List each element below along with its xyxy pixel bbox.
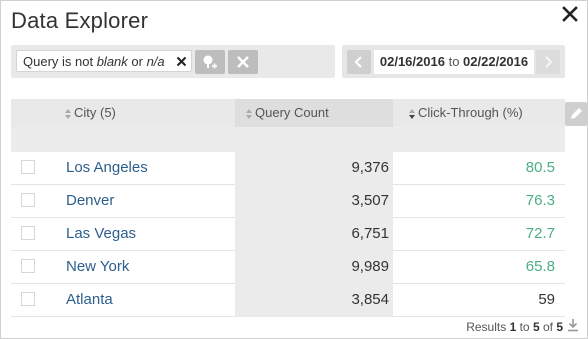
download-icon[interactable] <box>567 318 579 332</box>
add-filter-icon <box>203 55 217 69</box>
filter-bar: Query is not blank or n/a <box>11 45 335 78</box>
row-checkbox[interactable] <box>21 292 35 306</box>
query-count-cell: 3,854 <box>351 291 389 308</box>
column-header-city[interactable]: City (5) <box>65 99 116 127</box>
click-through-cell: 59 <box>538 291 555 308</box>
chevron-right-icon <box>545 56 553 68</box>
chevron-left-icon <box>354 56 362 68</box>
query-count-cell: 3,507 <box>351 192 389 209</box>
table-body: Los Angeles 9,376 80.5 Denver 3,507 76.3 Las V… <box>11 152 565 317</box>
row-checkbox[interactable] <box>21 193 35 207</box>
date-end: 02/22/2016 <box>463 54 529 69</box>
filter-conj: or <box>127 54 147 69</box>
city-link[interactable]: New York <box>66 251 129 283</box>
click-through-cell: 72.7 <box>525 225 555 242</box>
table-row[interactable]: Denver 3,507 76.3 <box>11 185 565 218</box>
query-count-cell: 9,376 <box>351 159 389 176</box>
column-label-city: City (5) <box>74 105 116 120</box>
clear-filters-button[interactable] <box>228 50 258 74</box>
column-header-click-through[interactable]: Click-Through (%) <box>409 99 523 127</box>
add-filter-button[interactable] <box>195 50 225 74</box>
date-next-button[interactable] <box>536 50 560 74</box>
table-row[interactable]: Los Angeles 9,376 80.5 <box>11 152 565 185</box>
filter-chip[interactable]: Query is not blank or n/a <box>16 50 192 72</box>
footer-to-word: to <box>516 320 533 334</box>
edit-columns-button[interactable] <box>565 102 587 126</box>
date-prev-button[interactable] <box>347 50 371 74</box>
close-icon[interactable] <box>561 5 579 23</box>
filter-value-na: n/a <box>146 54 165 69</box>
window-title: Data Explorer <box>11 8 149 33</box>
query-count-cell: 9,989 <box>351 258 389 275</box>
results-table: City (5) Query Count Click-Through (%) L… <box>11 99 565 317</box>
pencil-icon <box>571 108 582 119</box>
sort-desc-icon <box>409 108 415 119</box>
results-footer: Results 1 to 5 of 5 <box>466 320 563 334</box>
date-sep: to <box>448 54 460 69</box>
row-checkbox[interactable] <box>21 259 35 273</box>
click-through-cell: 80.5 <box>525 159 555 176</box>
city-link[interactable]: Los Angeles <box>66 152 148 184</box>
data-explorer-window: Data Explorer Query is not blank or n/a <box>0 0 588 339</box>
filter-prefix: Query is not <box>23 54 97 69</box>
table-row[interactable]: Las Vegas 6,751 72.7 <box>11 218 565 251</box>
click-through-cell: 76.3 <box>525 192 555 209</box>
query-count-cell: 6,751 <box>351 225 389 242</box>
remove-filter-icon[interactable] <box>176 56 187 67</box>
footer-to: 5 <box>532 320 540 334</box>
row-checkbox[interactable] <box>21 226 35 240</box>
footer-of-word: of <box>539 320 557 334</box>
column-label-click-through: Click-Through (%) <box>418 105 523 120</box>
filter-value-blank: blank <box>96 54 128 69</box>
column-header-query-count[interactable]: Query Count <box>246 99 329 127</box>
click-through-cell: 65.8 <box>525 258 555 275</box>
date-range-bar: 02/16/2016 to 02/22/2016 <box>342 45 565 78</box>
table-row[interactable]: Atlanta 3,854 59 <box>11 284 565 317</box>
table-header: City (5) Query Count Click-Through (%) <box>11 99 565 127</box>
clear-icon <box>237 56 249 68</box>
sort-icon <box>246 108 252 119</box>
city-link[interactable]: Las Vegas <box>66 218 136 250</box>
sort-icon <box>65 108 71 119</box>
footer-total: 5 <box>556 320 563 334</box>
footer-prefix: Results <box>466 320 510 334</box>
summary-row <box>11 127 565 152</box>
date-range-text[interactable]: 02/16/2016 to 02/22/2016 <box>374 50 534 74</box>
column-label-query-count: Query Count <box>255 105 329 120</box>
table-row[interactable]: New York 9,989 65.8 <box>11 251 565 284</box>
city-link[interactable]: Denver <box>66 185 114 217</box>
city-link[interactable]: Atlanta <box>66 284 113 316</box>
row-checkbox[interactable] <box>21 160 35 174</box>
date-start: 02/16/2016 <box>379 54 445 69</box>
